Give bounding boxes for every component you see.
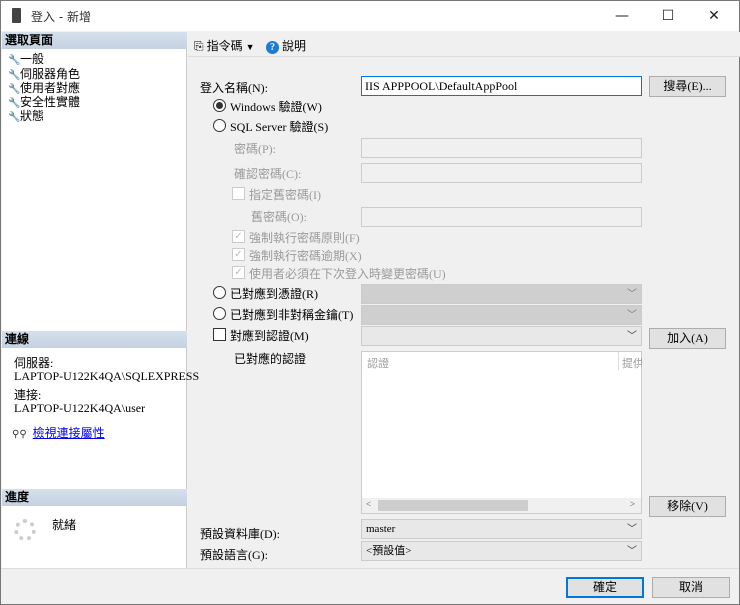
connection-header: 連線 xyxy=(2,331,187,348)
mapped-asym-key-radio[interactable] xyxy=(213,307,226,320)
mapped-credentials-grid: 認證 提供 < > xyxy=(361,351,642,514)
map-to-credential-checkbox[interactable] xyxy=(213,328,226,341)
column-header-provider[interactable]: 提供 xyxy=(622,355,642,371)
confirm-password-input[interactable] xyxy=(361,163,642,183)
asym-key-select[interactable]: ﹀ xyxy=(361,305,642,325)
search-button[interactable]: 搜尋(E)... xyxy=(649,76,726,97)
server-value: LAPTOP-U122K4QA\SQLEXPRESS xyxy=(14,369,200,383)
pages-header: 選取頁面 xyxy=(2,32,187,49)
default-db-select[interactable]: master ﹀ xyxy=(361,519,642,539)
progress-header: 進度 xyxy=(2,489,187,506)
help-button[interactable]: ? 說明 xyxy=(266,37,306,54)
specify-old-password-checkbox[interactable] xyxy=(232,187,245,200)
enforce-expiration-checkbox[interactable]: ✓ xyxy=(232,248,245,261)
title-bar: 登入 - 新增 — ☐ ✕ xyxy=(1,1,739,31)
default-db-label: 預設資料庫(D): xyxy=(200,527,280,541)
window-title: 登入 - 新增 xyxy=(31,10,91,24)
chevron-down-icon: ﹀ xyxy=(627,310,637,321)
add-button[interactable]: 加入(A) xyxy=(649,328,726,349)
old-password-input[interactable] xyxy=(361,207,642,227)
close-button[interactable]: ✕ xyxy=(691,1,737,31)
ok-button[interactable]: 確定 xyxy=(566,577,644,598)
sql-auth-label: SQL Server 驗證(S) xyxy=(230,120,329,134)
scroll-right-icon[interactable]: > xyxy=(630,499,635,509)
mapped-asym-key-label: 已對應到非對稱金鑰(T) xyxy=(230,308,354,322)
mapped-credentials-label: 已對應的認證 xyxy=(234,352,307,366)
chevron-down-icon: ﹀ xyxy=(627,289,637,300)
script-button[interactable]: ⎘ 指令碼 ▼ xyxy=(194,37,255,54)
default-lang-label: 預設語言(G): xyxy=(200,548,268,562)
map-to-credential-label: 對應到認證(M) xyxy=(230,329,309,343)
horizontal-scrollbar[interactable]: < > xyxy=(362,498,641,513)
server-icon xyxy=(12,8,21,23)
chevron-down-icon: ﹀ xyxy=(627,546,637,557)
specify-old-password-label: 指定舊密碼(I) xyxy=(249,188,321,202)
connection-plug-icon: ⚲⚲ xyxy=(12,429,27,440)
maximize-button[interactable]: ☐ xyxy=(645,1,691,31)
confirm-password-label: 確認密碼(C): xyxy=(234,167,302,181)
connection-value: LAPTOP-U122K4QA\user xyxy=(14,401,146,415)
certificate-select[interactable]: ﹀ xyxy=(361,284,642,304)
sidebar-item-general[interactable]: 🔧一般 xyxy=(8,52,44,68)
chevron-down-icon: ﹀ xyxy=(627,524,637,535)
view-connection-properties[interactable]: ⚲⚲ 檢視連接屬性 xyxy=(12,424,105,441)
scroll-left-icon[interactable]: < xyxy=(366,499,371,509)
sidebar: 選取頁面 🔧一般 🔧伺服器角色 🔧使用者對應 🔧安全性實體 🔧狀態 連線 伺服器… xyxy=(2,32,199,568)
windows-auth-label: Windows 驗證(W) xyxy=(230,100,322,114)
login-name-input[interactable]: IIS APPPOOL\DefaultAppPool xyxy=(361,76,642,96)
old-password-label: 舊密碼(O): xyxy=(251,210,307,224)
minimize-button[interactable]: — xyxy=(599,1,645,31)
help-icon: ? xyxy=(266,41,279,54)
credential-select[interactable]: ﹀ xyxy=(361,326,642,346)
sql-auth-radio[interactable] xyxy=(213,119,226,132)
password-input[interactable] xyxy=(361,138,642,158)
toolbar: ⎘ 指令碼 ▼ ? 說明 xyxy=(188,32,740,57)
chevron-down-icon: ﹀ xyxy=(627,331,637,342)
spinner-icon xyxy=(14,519,36,541)
enforce-policy-checkbox[interactable]: ✓ xyxy=(232,230,245,243)
script-icon: ⎘ xyxy=(194,39,204,53)
login-name-label: 登入名稱(N): xyxy=(200,81,268,95)
enforce-expiration-label: 強制執行密碼逾期(X) xyxy=(249,249,362,263)
dropdown-arrow-icon[interactable]: ▼ xyxy=(246,42,255,52)
default-lang-select[interactable]: <預設值> ﹀ xyxy=(361,541,642,561)
cancel-button[interactable]: 取消 xyxy=(652,577,730,598)
sidebar-item-status[interactable]: 🔧狀態 xyxy=(8,109,44,125)
wrench-icon: 🔧 xyxy=(8,55,21,66)
enforce-policy-label: 強制執行密碼原則(F) xyxy=(249,231,360,245)
windows-auth-radio[interactable] xyxy=(213,99,226,112)
password-label: 密碼(P): xyxy=(234,142,277,156)
must-change-label: 使用者必須在下次登入時變更密碼(U) xyxy=(249,267,446,281)
scrollbar-thumb[interactable] xyxy=(378,500,528,511)
remove-button[interactable]: 移除(V) xyxy=(649,496,726,517)
progress-status: 就緒 xyxy=(52,518,77,532)
wrench-icon: 🔧 xyxy=(8,112,21,123)
mapped-credential-radio[interactable] xyxy=(213,286,226,299)
mapped-credential-label: 已對應到憑證(R) xyxy=(230,287,318,301)
must-change-checkbox[interactable]: ✓ xyxy=(232,266,245,279)
column-header-credential[interactable]: 認證 xyxy=(367,355,389,371)
